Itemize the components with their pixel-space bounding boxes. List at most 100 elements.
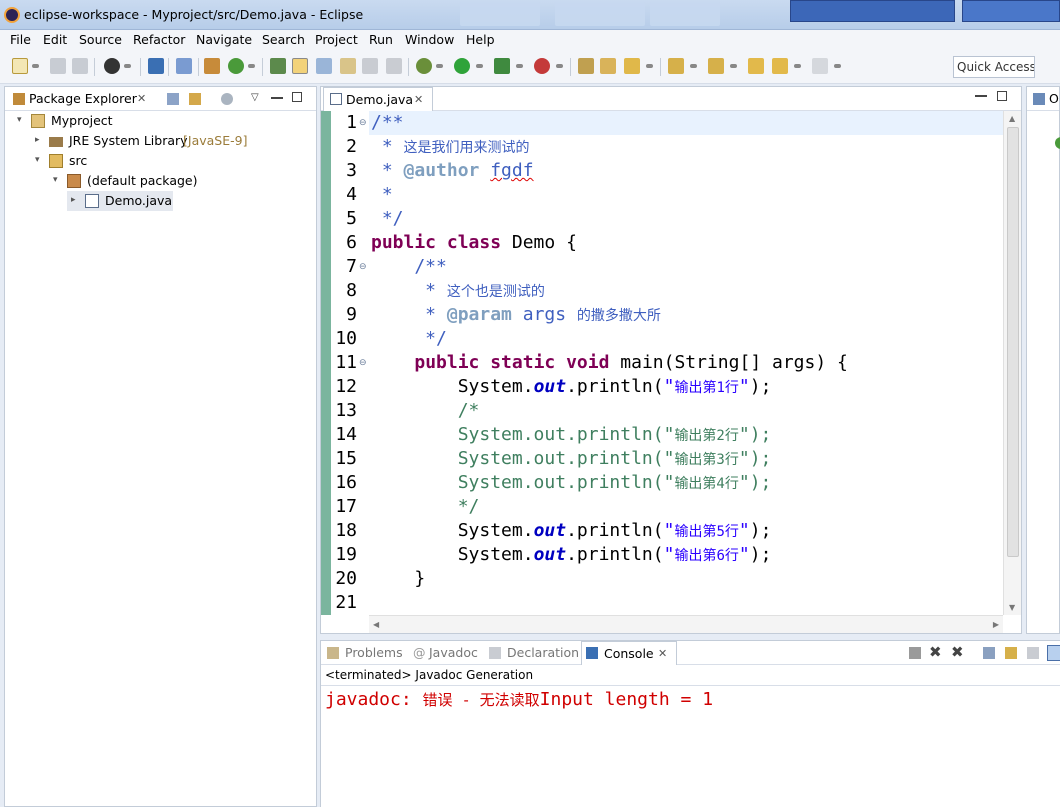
- menu-source[interactable]: Source: [79, 32, 122, 47]
- chevron-down-icon[interactable]: [834, 64, 841, 68]
- debug-icon[interactable]: [416, 58, 432, 74]
- editor-horizontal-scrollbar[interactable]: ◀ ▶: [369, 615, 1003, 633]
- remove-launch-icon[interactable]: ✖: [929, 643, 942, 661]
- open-folder-icon[interactable]: [600, 58, 616, 74]
- code-token: 输出第4行: [674, 476, 739, 492]
- toggle-block-icon[interactable]: [316, 58, 332, 74]
- chevron-down-icon[interactable]: [730, 64, 737, 68]
- clear-console-icon[interactable]: [983, 647, 995, 659]
- quick-access-field[interactable]: Quick Access: [953, 56, 1035, 78]
- remove-all-icon[interactable]: ✖: [951, 643, 964, 661]
- show-whitespace-icon[interactable]: [362, 58, 378, 74]
- window-control-buttons[interactable]: [962, 0, 1060, 22]
- menu-search[interactable]: Search: [262, 32, 305, 47]
- expand-twisty-icon[interactable]: ▾: [53, 175, 58, 185]
- profile-icon[interactable]: [104, 58, 120, 74]
- chevron-down-icon[interactable]: [32, 64, 39, 68]
- view-menu-chevron-icon[interactable]: ▽: [251, 92, 259, 103]
- fold-toggle-icon[interactable]: ⊖: [359, 262, 367, 272]
- code-text[interactable]: /** * 这是我们用来测试的 * @author fgdf * */ publ…: [369, 111, 1003, 615]
- expand-twisty-icon[interactable]: ▾: [17, 115, 22, 125]
- menu-window[interactable]: Window: [405, 32, 454, 47]
- maximize-icon[interactable]: [292, 92, 302, 102]
- collapse-twisty-icon[interactable]: ▸: [71, 195, 76, 205]
- package-explorer-tab[interactable]: Package Explorer: [29, 91, 137, 106]
- code-line: * 这个也是测试的: [371, 279, 545, 303]
- close-icon[interactable]: ✕: [658, 647, 667, 660]
- forward-icon[interactable]: [812, 58, 828, 74]
- chevron-down-icon[interactable]: [248, 64, 255, 68]
- tab-javadoc[interactable]: Javadoc: [429, 645, 478, 660]
- menu-refactor[interactable]: Refactor: [133, 32, 185, 47]
- link-with-editor-icon[interactable]: [189, 93, 201, 105]
- editor-tab-demo-java[interactable]: Demo.java ✕: [323, 87, 433, 111]
- console-divider: [321, 685, 1060, 686]
- chevron-down-icon[interactable]: [516, 64, 523, 68]
- terminal-icon[interactable]: [148, 58, 164, 74]
- scroll-right-icon[interactable]: ▶: [993, 620, 999, 629]
- external-tools-icon[interactable]: [534, 58, 550, 74]
- back-icon[interactable]: [772, 58, 788, 74]
- last-edit-location-icon[interactable]: [748, 58, 764, 74]
- coverage-icon[interactable]: [494, 58, 510, 74]
- chevron-down-icon[interactable]: [436, 64, 443, 68]
- open-type-icon[interactable]: [270, 58, 286, 74]
- close-icon[interactable]: ✕: [137, 92, 146, 105]
- open-task-icon[interactable]: [578, 58, 594, 74]
- menu-edit[interactable]: Edit: [43, 32, 67, 47]
- view-menu-icon[interactable]: [221, 93, 233, 105]
- scroll-thumb[interactable]: [1007, 127, 1019, 557]
- search-icon[interactable]: [624, 58, 640, 74]
- code-token: */: [371, 208, 404, 229]
- next-edit-icon[interactable]: [668, 58, 684, 74]
- menu-navigate[interactable]: Navigate: [196, 32, 252, 47]
- collapse-all-icon[interactable]: [167, 93, 179, 105]
- editor-vertical-scrollbar[interactable]: ▲ ▼: [1003, 111, 1021, 615]
- scroll-up-icon[interactable]: ▲: [1009, 114, 1015, 123]
- menu-help[interactable]: Help: [466, 32, 495, 47]
- console-error-output[interactable]: javadoc: 错误 - 无法读取Input length = 1: [325, 689, 713, 710]
- display-console-icon[interactable]: [1047, 645, 1060, 661]
- fold-toggle-icon[interactable]: ⊖: [359, 358, 367, 368]
- chevron-down-icon[interactable]: [646, 64, 653, 68]
- new-java-class-icon[interactable]: [228, 58, 244, 74]
- paragraph-icon[interactable]: [386, 58, 402, 74]
- new-java-package-icon[interactable]: [204, 58, 220, 74]
- chevron-down-icon[interactable]: [690, 64, 697, 68]
- terminate-icon[interactable]: [909, 647, 921, 659]
- outline-tab[interactable]: O: [1049, 91, 1059, 106]
- save-all-icon[interactable]: [72, 58, 88, 74]
- fold-toggle-icon[interactable]: ⊖: [359, 118, 367, 128]
- chevron-down-icon[interactable]: [124, 64, 131, 68]
- menu-project[interactable]: Project: [315, 32, 358, 47]
- menu-run[interactable]: Run: [369, 32, 393, 47]
- window-button-area[interactable]: [790, 0, 955, 22]
- new-icon[interactable]: [12, 58, 28, 74]
- collapse-twisty-icon[interactable]: ▸: [35, 135, 40, 145]
- code-token: ": [663, 544, 675, 565]
- chevron-down-icon[interactable]: [476, 64, 483, 68]
- menu-file[interactable]: File: [10, 32, 31, 47]
- chevron-down-icon[interactable]: [556, 64, 563, 68]
- scroll-down-icon[interactable]: ▼: [1009, 603, 1015, 612]
- close-icon[interactable]: ✕: [414, 93, 423, 106]
- minimize-icon[interactable]: [975, 95, 987, 97]
- scroll-left-icon[interactable]: ◀: [373, 620, 379, 629]
- minimize-icon[interactable]: [271, 97, 283, 99]
- word-wrap-icon[interactable]: [1027, 647, 1039, 659]
- tab-problems[interactable]: Problems: [345, 645, 403, 660]
- mark-occurrences-icon[interactable]: [292, 58, 308, 74]
- save-icon[interactable]: [50, 58, 66, 74]
- run-icon[interactable]: [454, 58, 470, 74]
- tree-item-demo-java[interactable]: ▸ Demo.java: [67, 191, 173, 211]
- previous-edit-icon[interactable]: [708, 58, 724, 74]
- skip-breakpoints-icon[interactable]: [176, 58, 192, 74]
- maximize-icon[interactable]: [997, 91, 1007, 101]
- scroll-lock-icon[interactable]: [1005, 647, 1017, 659]
- expand-twisty-icon[interactable]: ▾: [35, 155, 40, 165]
- next-annotation-icon[interactable]: [340, 58, 356, 74]
- chevron-down-icon[interactable]: [794, 64, 801, 68]
- tab-declaration[interactable]: Declaration: [507, 645, 579, 660]
- tab-console-container[interactable]: Console ✕: [581, 641, 677, 665]
